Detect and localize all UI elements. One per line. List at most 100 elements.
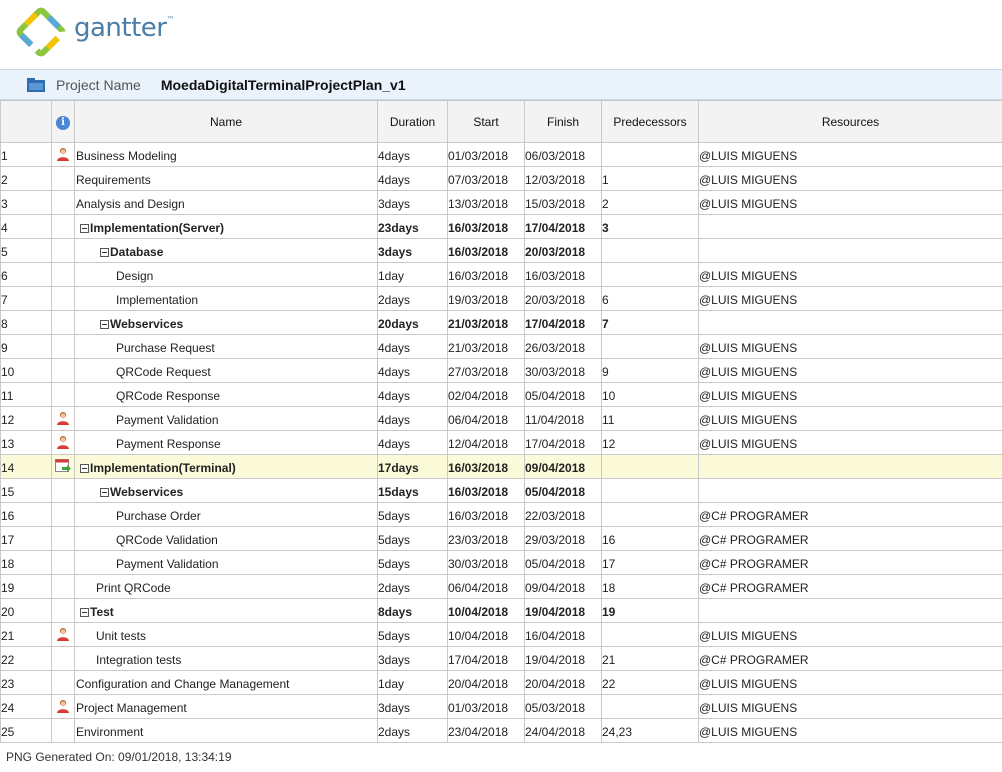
task-row[interactable]: 22 Integration tests 3days 17/04/2018 19/04/… <box>0 646 1002 671</box>
task-start-cell[interactable]: 27/03/2018 <box>447 358 525 383</box>
task-finish-cell[interactable]: 12/03/2018 <box>524 166 602 191</box>
task-id-cell[interactable]: 13 <box>0 430 52 455</box>
task-row[interactable]: 5 Database 3days 16/03/2018 20/03/2018 <box>0 238 1002 263</box>
task-name-cell[interactable]: Webservices <box>74 478 378 503</box>
task-start-cell[interactable]: 06/04/2018 <box>447 406 525 431</box>
task-row[interactable]: 3 Analysis and Design 3days 13/03/2018 15/03… <box>0 190 1002 215</box>
task-predecessors-cell[interactable]: 19 <box>601 598 699 623</box>
task-indicator-cell[interactable] <box>51 142 75 167</box>
task-duration-cell[interactable]: 4days <box>377 430 448 455</box>
task-id-cell[interactable]: 8 <box>0 310 52 335</box>
task-indicator-cell[interactable] <box>51 550 75 575</box>
task-id-cell[interactable]: 11 <box>0 382 52 407</box>
task-row[interactable]: 25 Environment 2days 23/04/2018 24/04/2018 24… <box>0 718 1002 743</box>
task-id-cell[interactable]: 18 <box>0 550 52 575</box>
task-duration-cell[interactable]: 1day <box>377 262 448 287</box>
task-predecessors-cell[interactable] <box>601 142 699 167</box>
task-indicator-cell[interactable] <box>51 454 75 479</box>
task-predecessors-cell[interactable]: 24,23 <box>601 718 699 743</box>
task-predecessors-cell[interactable]: 2 <box>601 190 699 215</box>
col-header-finish[interactable]: Finish <box>524 100 602 143</box>
task-predecessors-cell[interactable]: 16 <box>601 526 699 551</box>
task-id-cell[interactable]: 21 <box>0 622 52 647</box>
task-id-cell[interactable]: 7 <box>0 286 52 311</box>
task-row[interactable]: 19 Print QRCode 2days 06/04/2018 09/04/2018 1… <box>0 574 1002 599</box>
task-predecessors-cell[interactable]: 21 <box>601 646 699 671</box>
task-resources-cell[interactable] <box>698 598 1002 623</box>
task-resources-cell[interactable]: @LUIS MIGUENS <box>698 430 1002 455</box>
task-row[interactable]: 18 Payment Validation 5days 30/03/2018 05/04… <box>0 550 1002 575</box>
task-finish-cell[interactable]: 05/04/2018 <box>524 478 602 503</box>
task-resources-cell[interactable]: @LUIS MIGUENS <box>698 142 1002 167</box>
task-finish-cell[interactable]: 16/03/2018 <box>524 262 602 287</box>
task-name-cell[interactable]: Payment Validation <box>74 406 378 431</box>
task-row[interactable]: 2 Requirements 4days 07/03/2018 12/03/2018 1 @… <box>0 166 1002 191</box>
col-header-resources[interactable]: Resources <box>698 100 1002 143</box>
task-start-cell[interactable]: 17/04/2018 <box>447 646 525 671</box>
task-name-cell[interactable]: Requirements <box>74 166 378 191</box>
task-name-cell[interactable]: Implementation <box>74 286 378 311</box>
task-duration-cell[interactable]: 5days <box>377 622 448 647</box>
task-row[interactable]: 20 Test 8days 10/04/2018 19/04/2018 19 <box>0 598 1002 623</box>
task-start-cell[interactable]: 01/03/2018 <box>447 142 525 167</box>
task-predecessors-cell[interactable]: 6 <box>601 286 699 311</box>
task-predecessors-cell[interactable] <box>601 238 699 263</box>
task-name-cell[interactable]: Database <box>74 238 378 263</box>
task-duration-cell[interactable]: 17days <box>377 454 448 479</box>
task-finish-cell[interactable]: 06/03/2018 <box>524 142 602 167</box>
task-indicator-cell[interactable] <box>51 646 75 671</box>
task-indicator-cell[interactable] <box>51 214 75 239</box>
task-start-cell[interactable]: 12/04/2018 <box>447 430 525 455</box>
task-duration-cell[interactable]: 15days <box>377 478 448 503</box>
task-start-cell[interactable]: 10/04/2018 <box>447 622 525 647</box>
task-indicator-cell[interactable] <box>51 478 75 503</box>
collapse-toggle-icon[interactable] <box>100 247 109 257</box>
task-duration-cell[interactable]: 3days <box>377 694 448 719</box>
task-id-cell[interactable]: 17 <box>0 526 52 551</box>
task-resources-cell[interactable] <box>698 454 1002 479</box>
task-duration-cell[interactable]: 3days <box>377 190 448 215</box>
task-start-cell[interactable]: 16/03/2018 <box>447 238 525 263</box>
task-name-cell[interactable]: QRCode Response <box>74 382 378 407</box>
task-resources-cell[interactable] <box>698 238 1002 263</box>
task-start-cell[interactable]: 16/03/2018 <box>447 262 525 287</box>
task-name-cell[interactable]: Purchase Request <box>74 334 378 359</box>
task-duration-cell[interactable]: 5days <box>377 526 448 551</box>
task-resources-cell[interactable]: @LUIS MIGUENS <box>698 166 1002 191</box>
project-name-value[interactable]: MoedaDigitalTerminalProjectPlan_v1 <box>161 77 406 93</box>
task-start-cell[interactable]: 23/04/2018 <box>447 718 525 743</box>
task-name-cell[interactable]: Purchase Order <box>74 502 378 527</box>
task-id-cell[interactable]: 16 <box>0 502 52 527</box>
task-predecessors-cell[interactable]: 3 <box>601 214 699 239</box>
task-row[interactable]: 12 Payment Validation 4days 06/04/2018 11/04… <box>0 406 1002 431</box>
task-row[interactable]: 24 Project Management 3days 01/03/2018 05/03… <box>0 694 1002 719</box>
task-resources-cell[interactable]: @LUIS MIGUENS <box>698 694 1002 719</box>
task-start-cell[interactable]: 06/04/2018 <box>447 574 525 599</box>
task-resources-cell[interactable] <box>698 214 1002 239</box>
task-resources-cell[interactable] <box>698 478 1002 503</box>
task-predecessors-cell[interactable]: 18 <box>601 574 699 599</box>
task-predecessors-cell[interactable] <box>601 502 699 527</box>
task-indicator-cell[interactable] <box>51 262 75 287</box>
task-finish-cell[interactable]: 26/03/2018 <box>524 334 602 359</box>
task-start-cell[interactable]: 23/03/2018 <box>447 526 525 551</box>
task-finish-cell[interactable]: 16/04/2018 <box>524 622 602 647</box>
task-name-cell[interactable]: Test <box>74 598 378 623</box>
task-name-cell[interactable]: Payment Validation <box>74 550 378 575</box>
task-resources-cell[interactable]: @C# PROGRAMER <box>698 502 1002 527</box>
task-duration-cell[interactable]: 3days <box>377 646 448 671</box>
task-row[interactable]: 23 Configuration and Change Management 1da… <box>0 670 1002 695</box>
task-finish-cell[interactable]: 20/04/2018 <box>524 670 602 695</box>
col-header-start[interactable]: Start <box>447 100 525 143</box>
task-finish-cell[interactable]: 17/04/2018 <box>524 430 602 455</box>
task-duration-cell[interactable]: 23days <box>377 214 448 239</box>
task-indicator-cell[interactable] <box>51 502 75 527</box>
task-name-cell[interactable]: Payment Response <box>74 430 378 455</box>
collapse-toggle-icon[interactable] <box>80 607 89 617</box>
task-predecessors-cell[interactable]: 12 <box>601 430 699 455</box>
task-name-cell[interactable]: Environment <box>74 718 378 743</box>
task-id-cell[interactable]: 22 <box>0 646 52 671</box>
task-duration-cell[interactable]: 3days <box>377 238 448 263</box>
task-row[interactable]: 17 QRCode Validation 5days 23/03/2018 29/03/… <box>0 526 1002 551</box>
task-duration-cell[interactable]: 2days <box>377 574 448 599</box>
